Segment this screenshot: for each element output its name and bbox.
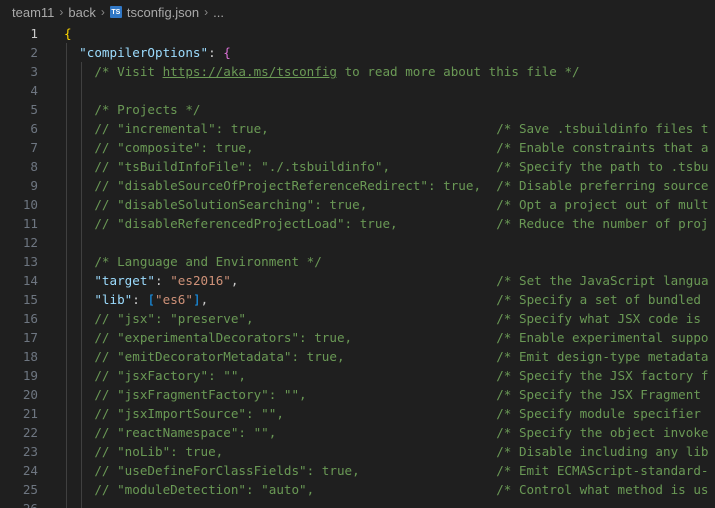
line-number: 20 (22, 387, 38, 402)
line-number: 7 (30, 140, 38, 155)
line-number: 2 (30, 45, 38, 60)
line-number: 19 (22, 368, 38, 383)
code-text: // "tsBuildInfoFile": "./.tsbuildinfo", … (94, 159, 709, 174)
line-number: 5 (30, 102, 38, 117)
line-number: 11 (22, 216, 38, 231)
code-line[interactable]: 9 // "disableSourceOfProjectReferenceRed… (0, 176, 715, 195)
code-text: // "composite": true, /* Enable constrai… (94, 140, 709, 155)
line-number: 4 (30, 83, 38, 98)
code-line[interactable]: 21 // "jsxImportSource": "", /* Specify … (0, 404, 715, 423)
code-line[interactable]: 15 "lib": ["es6"], /* Specify a set of b… (0, 290, 715, 309)
line-number: 22 (22, 425, 38, 440)
line-number: 25 (22, 482, 38, 497)
code-line[interactable]: 2 "compilerOptions": { (0, 43, 715, 62)
code-line[interactable]: 24 // "useDefineForClassFields": true, /… (0, 461, 715, 480)
code-line[interactable]: 12 (0, 233, 715, 252)
chevron-right-icon: › (204, 5, 209, 19)
code-line[interactable]: 26 (0, 499, 715, 508)
line-number: 3 (30, 64, 38, 79)
breadcrumb-item-back[interactable]: back (68, 5, 95, 20)
chevron-right-icon: › (59, 5, 64, 19)
code-text: // "jsxFactory": "", /* Specify the JSX … (94, 368, 709, 383)
code-line[interactable]: 11 // "disableReferencedProjectLoad": tr… (0, 214, 715, 233)
code-line[interactable]: 6 // "incremental": true, /* Save .tsbui… (0, 119, 715, 138)
chevron-right-icon: › (100, 5, 105, 19)
code-text: // "noLib": true, /* Disable including a… (94, 444, 709, 459)
code-text: "target": "es2016", /* Set the JavaScrip… (94, 273, 709, 288)
line-number: 15 (22, 292, 38, 307)
code-line[interactable]: 13 /* Language and Environment */ (0, 252, 715, 271)
code-line[interactable]: 7 // "composite": true, /* Enable constr… (0, 138, 715, 157)
line-number: 13 (22, 254, 38, 269)
code-line[interactable]: 5 /* Projects */ (0, 100, 715, 119)
code-line[interactable]: 8 // "tsBuildInfoFile": "./.tsbuildinfo"… (0, 157, 715, 176)
code-line[interactable]: 10 // "disableSolutionSearching": true, … (0, 195, 715, 214)
code-line[interactable]: 18 // "emitDecoratorMetadata": true, /* … (0, 347, 715, 366)
code-line[interactable]: 20 // "jsxFragmentFactory": "", /* Speci… (0, 385, 715, 404)
code-line[interactable]: 25 // "moduleDetection": "auto", /* Cont… (0, 480, 715, 499)
code-line[interactable]: 23 // "noLib": true, /* Disable includin… (0, 442, 715, 461)
code-text: // "emitDecoratorMetadata": true, /* Emi… (94, 349, 709, 364)
line-number: 16 (22, 311, 38, 326)
code-editor[interactable]: 1{2 "compilerOptions": {3 /* Visit https… (0, 24, 715, 508)
line-number: 8 (30, 159, 38, 174)
breadcrumb: team11 › back › TS tsconfig.json › ... (0, 0, 715, 24)
code-line[interactable]: 4 (0, 81, 715, 100)
code-line[interactable]: 19 // "jsxFactory": "", /* Specify the J… (0, 366, 715, 385)
line-number: 21 (22, 406, 38, 421)
code-text: // "jsxFragmentFactory": "", /* Specify … (94, 387, 701, 402)
code-text: // "disableSourceOfProjectReferenceRedir… (94, 178, 709, 193)
line-number: 17 (22, 330, 38, 345)
typescript-file-icon: TS (109, 6, 122, 18)
code-line[interactable]: 16 // "jsx": "preserve", /* Specify what… (0, 309, 715, 328)
code-text: // "reactNamespace": "", /* Specify the … (94, 425, 709, 440)
line-number: 24 (22, 463, 38, 478)
line-number: 10 (22, 197, 38, 212)
code-line[interactable]: 17 // "experimentalDecorators": true, /*… (0, 328, 715, 347)
line-number: 18 (22, 349, 38, 364)
code-text: "lib": ["es6"], /* Specify a set of bund… (94, 292, 701, 307)
line-number: 14 (22, 273, 38, 288)
line-number: 23 (22, 444, 38, 459)
code-line[interactable]: 3 /* Visit https://aka.ms/tsconfig to re… (0, 62, 715, 81)
code-text: // "incremental": true, /* Save .tsbuild… (94, 121, 709, 136)
code-text: // "moduleDetection": "auto", /* Control… (94, 482, 709, 497)
line-number: 12 (22, 235, 38, 250)
code-text: // "disableReferencedProjectLoad": true,… (94, 216, 709, 231)
code-text: /* Language and Environment */ (94, 254, 322, 269)
code-text: /* Visit https://aka.ms/tsconfig to read… (94, 64, 580, 79)
line-number: 26 (0, 499, 38, 508)
code-text: // "useDefineForClassFields": true, /* E… (94, 463, 709, 478)
code-text: // "disableSolutionSearching": true, /* … (94, 197, 709, 212)
code-text: "compilerOptions": { (79, 45, 231, 60)
code-line[interactable]: 1{ (0, 24, 715, 43)
code-text: // "jsx": "preserve", /* Specify what JS… (94, 311, 701, 326)
code-text: { (64, 26, 72, 41)
line-number: 1 (30, 26, 38, 41)
breadcrumb-item-team11[interactable]: team11 (12, 5, 54, 20)
code-text: /* Projects */ (94, 102, 201, 117)
code-line[interactable]: 22 // "reactNamespace": "", /* Specify t… (0, 423, 715, 442)
breadcrumb-item-symbols[interactable]: ... (213, 5, 224, 20)
code-text: // "jsxImportSource": "", /* Specify mod… (94, 406, 701, 421)
code-line[interactable]: 14 "target": "es2016", /* Set the JavaSc… (0, 271, 715, 290)
breadcrumb-item-file[interactable]: tsconfig.json (127, 5, 199, 20)
code-text: // "experimentalDecorators": true, /* En… (94, 330, 709, 345)
line-number: 9 (30, 178, 38, 193)
line-number: 6 (30, 121, 38, 136)
